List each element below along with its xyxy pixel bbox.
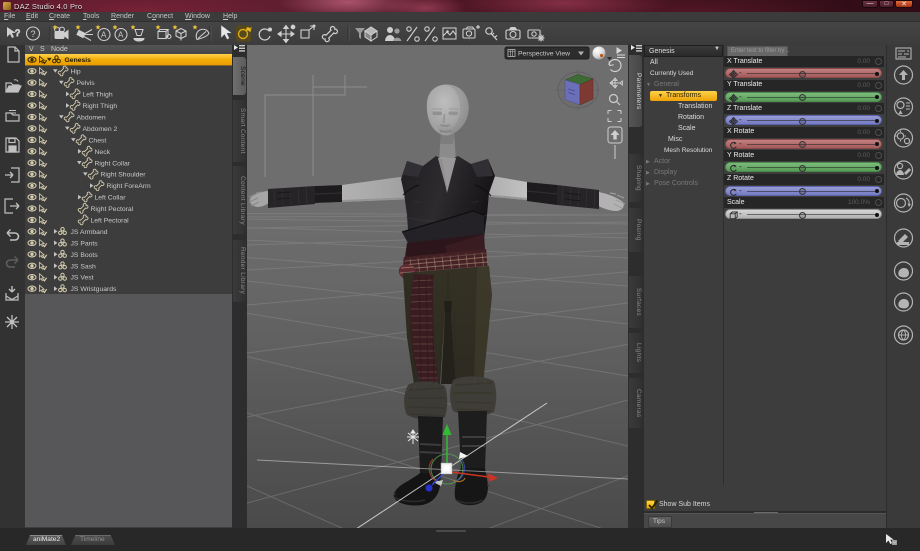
svg-text:Perspective View: Perspective View — [518, 51, 570, 58]
svg-text:Hip: Hip — [71, 69, 81, 76]
svg-text:Right Shoulder: Right Shoulder — [101, 172, 147, 179]
svg-text:Abdomen: Abdomen — [77, 115, 106, 122]
svg-text:Left Thigh: Left Thigh — [83, 92, 113, 99]
svg-text:Genesis: Genesis — [65, 57, 92, 64]
svg-text:A: A — [118, 31, 124, 40]
svg-text:Left Pectoral: Left Pectoral — [91, 218, 130, 225]
svg-text:?: ? — [15, 28, 20, 38]
svg-text:Chest: Chest — [89, 137, 107, 144]
svg-text:JS Wristguards: JS Wristguards — [71, 286, 118, 293]
svg-text:A: A — [101, 31, 107, 40]
svg-text:Left Collar: Left Collar — [95, 195, 127, 202]
svg-text:JS Vest: JS Vest — [71, 275, 94, 282]
svg-text:Abdomen 2: Abdomen 2 — [83, 126, 118, 133]
svg-text:Pelvis: Pelvis — [77, 80, 96, 87]
svg-text:Right Collar: Right Collar — [95, 160, 131, 167]
svg-text:JS Boots: JS Boots — [71, 252, 99, 259]
svg-text:Right Pectoral: Right Pectoral — [91, 206, 134, 213]
svg-text:JS Armband: JS Armband — [71, 229, 108, 236]
svg-text:Right ForeArm: Right ForeArm — [107, 183, 152, 190]
svg-text:Right Thigh: Right Thigh — [83, 103, 118, 110]
svg-text:JS Sash: JS Sash — [71, 263, 97, 270]
svg-text:?: ? — [31, 29, 36, 39]
svg-text:JS Pants: JS Pants — [71, 240, 99, 247]
svg-text:Neck: Neck — [95, 149, 111, 156]
